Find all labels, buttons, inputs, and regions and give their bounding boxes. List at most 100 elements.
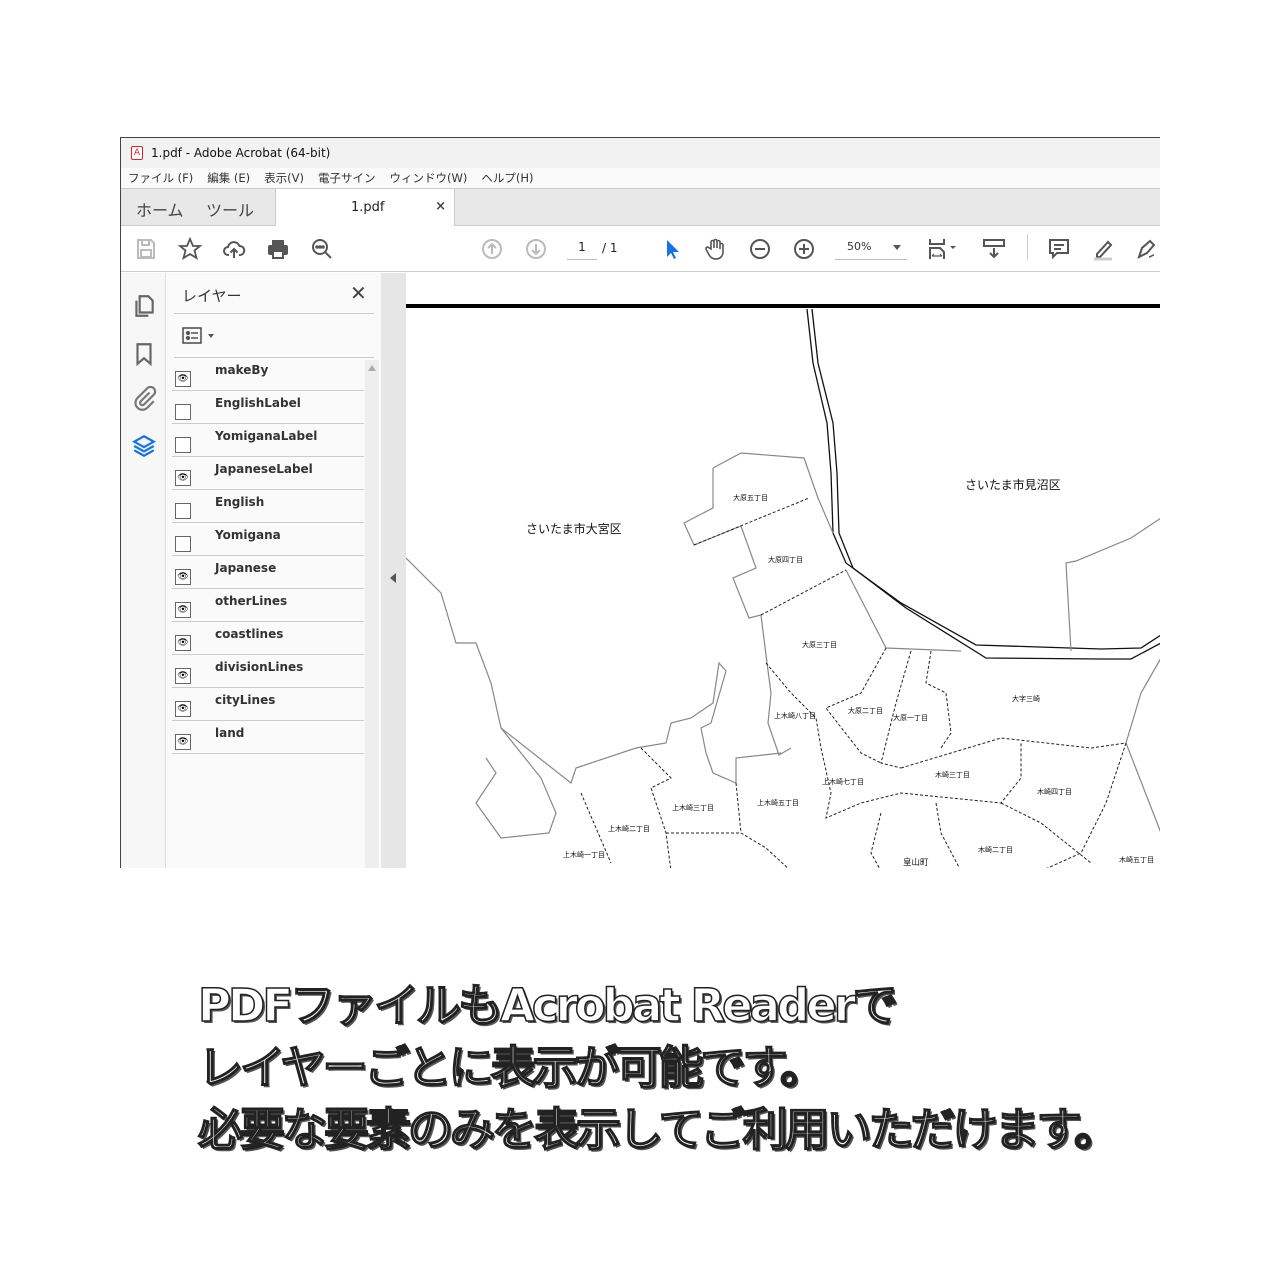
menu-file[interactable]: ファイル (F) — [128, 170, 193, 186]
layer-name: YomiganaLabel — [215, 429, 318, 443]
collapse-arrow-icon[interactable] — [390, 573, 396, 583]
comment-icon[interactable] — [1046, 236, 1072, 262]
print-icon[interactable] — [265, 236, 291, 262]
zoom-out-icon[interactable] — [747, 236, 773, 262]
menu-edit[interactable]: 編集 (E) — [207, 170, 250, 186]
layer-row[interactable]: English — [172, 490, 364, 523]
layer-name: cityLines — [215, 693, 276, 707]
acrobat-pdf-icon: A — [131, 146, 143, 160]
town-label: 木崎三丁目 — [935, 770, 970, 779]
eye-visibility-icon[interactable]: 👁 — [175, 371, 191, 387]
eye-visibility-icon[interactable]: 👁 — [175, 668, 191, 684]
visibility-checkbox[interactable] — [175, 503, 191, 519]
hand-tool-icon[interactable] — [703, 236, 729, 262]
layer-row[interactable]: 👁 cityLines — [172, 688, 364, 721]
layer-row[interactable]: 👁 makeBy — [172, 358, 364, 391]
eye-visibility-icon[interactable]: 👁 — [175, 602, 191, 618]
layer-row[interactable]: 👁 otherLines — [172, 589, 364, 622]
town-labels: 大原五丁目 大原四丁目 大原三丁目 大原二丁目 大原一丁目 大字三崎 上木崎八丁… — [563, 493, 1154, 868]
cloud-upload-icon[interactable] — [221, 236, 247, 262]
close-panel-button[interactable]: ✕ — [350, 281, 367, 305]
layer-row[interactable]: YomiganaLabel — [172, 424, 364, 457]
layers-panel-title: レイヤー — [182, 287, 242, 305]
town-label: 大原一丁目 — [893, 713, 928, 722]
layers-icon[interactable] — [131, 433, 157, 459]
town-label: 大字三崎 — [1012, 694, 1040, 703]
toolbar: 1 / 1 50% — [121, 226, 1160, 272]
town-label: 大原三丁目 — [802, 640, 837, 649]
town-label: 上木崎二丁目 — [608, 824, 650, 833]
sign-icon[interactable] — [1134, 236, 1160, 262]
town-label: 木崎二丁目 — [978, 845, 1013, 854]
menu-window[interactable]: ウィンドウ(W) — [390, 170, 468, 186]
visibility-checkbox[interactable] — [175, 404, 191, 420]
tab-tools[interactable]: ツール — [206, 197, 254, 221]
layer-row[interactable]: 👁 land — [172, 721, 364, 754]
ward-label: さいたま市大宮区 — [526, 521, 622, 536]
previous-page-icon[interactable] — [479, 236, 505, 262]
panel-collapse-strip[interactable] — [381, 273, 406, 868]
page-number-input[interactable]: 1 — [567, 240, 597, 260]
promo-caption: PDFファイルもAcrobat Readerで レイヤーごとに表示が可能です。 … — [197, 975, 1120, 1161]
layer-list: 👁 makeBy EnglishLabel YomiganaLabel 👁 Japanes… — [172, 358, 364, 754]
layer-row[interactable]: 👁 Japanese — [172, 556, 364, 589]
zoom-level-dropdown[interactable]: 50% — [835, 240, 907, 260]
eye-visibility-icon[interactable]: 👁 — [175, 701, 191, 717]
layer-list-scrollbar[interactable] — [365, 360, 379, 868]
scroll-mode-icon[interactable] — [981, 236, 1007, 262]
left-nav-rail — [121, 273, 166, 868]
layer-name: coastlines — [215, 627, 284, 641]
save-icon[interactable] — [133, 236, 159, 262]
attachment-icon[interactable] — [131, 385, 157, 411]
zoom-level-value: 50% — [847, 240, 872, 253]
fit-page-icon[interactable] — [925, 236, 961, 262]
search-zoom-icon[interactable] — [309, 236, 335, 262]
next-page-icon[interactable] — [523, 236, 549, 262]
tab-home[interactable]: ホーム — [136, 197, 184, 221]
bookmark-icon[interactable] — [131, 341, 157, 367]
pages-icon[interactable] — [131, 293, 157, 319]
eye-visibility-icon[interactable]: 👁 — [175, 734, 191, 750]
close-tab-button[interactable]: × — [435, 199, 446, 214]
town-label: 大原五丁目 — [733, 493, 768, 502]
tab-document-label: 1.pdf — [351, 200, 385, 215]
zoom-in-icon[interactable] — [791, 236, 817, 262]
select-cursor-icon[interactable] — [659, 236, 685, 262]
eye-visibility-icon[interactable]: 👁 — [175, 635, 191, 651]
menu-esign[interactable]: 電子サイン — [318, 170, 376, 186]
eye-visibility-icon[interactable]: 👁 — [175, 470, 191, 486]
town-boundaries — [580, 497, 1127, 868]
ward-label: さいたま市見沼区 — [965, 477, 1061, 492]
menu-help[interactable]: ヘルプ(H) — [481, 170, 533, 186]
star-icon[interactable] — [177, 236, 203, 262]
town-label: 上木崎八丁目 — [774, 711, 816, 720]
chevron-down-icon — [893, 245, 901, 250]
highlight-icon[interactable] — [1090, 236, 1116, 262]
layer-name: makeBy — [215, 363, 269, 377]
menu-view[interactable]: 表示(V) — [264, 170, 304, 186]
town-label: 大原二丁目 — [848, 706, 883, 715]
acrobat-window: A 1.pdf - Adobe Acrobat (64-bit) ファイル (F… — [120, 137, 1160, 868]
layer-row[interactable]: EnglishLabel — [172, 391, 364, 424]
layers-panel: レイヤー ✕ 👁 makeBy EnglishLabel YomiganaLabel 👁… — [166, 273, 381, 868]
ward-labels: さいたま市大宮区 さいたま市見沼区 — [526, 477, 1061, 536]
visibility-checkbox[interactable] — [175, 536, 191, 552]
layer-name: otherLines — [215, 594, 288, 608]
visibility-checkbox[interactable] — [175, 437, 191, 453]
caption-line: レイヤーごとに表示が可能です。 — [197, 1040, 826, 1095]
layer-row[interactable]: 👁 coastlines — [172, 622, 364, 655]
town-label: 上木崎七丁目 — [822, 777, 864, 786]
layer-name: JapaneseLabel — [215, 462, 313, 476]
layer-row[interactable]: 👁 divisionLines — [172, 655, 364, 688]
map-canvas: さいたま市大宮区 さいたま市見沼区 大原五丁目 大原四丁目 大原三丁目 大原二丁… — [406, 304, 1160, 868]
layer-row[interactable]: Yomigana — [172, 523, 364, 556]
layer-row[interactable]: 👁 JapaneseLabel — [172, 457, 364, 490]
town-label: 木崎四丁目 — [1037, 787, 1072, 796]
scroll-up-arrow-icon[interactable] — [368, 365, 376, 371]
layer-name: EnglishLabel — [215, 396, 301, 410]
document-view[interactable]: さいたま市大宮区 さいたま市見沼区 大原五丁目 大原四丁目 大原三丁目 大原二丁… — [406, 273, 1160, 868]
layer-name: Yomigana — [215, 528, 281, 542]
layer-options-button[interactable] — [182, 327, 222, 345]
eye-visibility-icon[interactable]: 👁 — [175, 569, 191, 585]
tab-document[interactable]: 1.pdf × — [275, 189, 455, 226]
